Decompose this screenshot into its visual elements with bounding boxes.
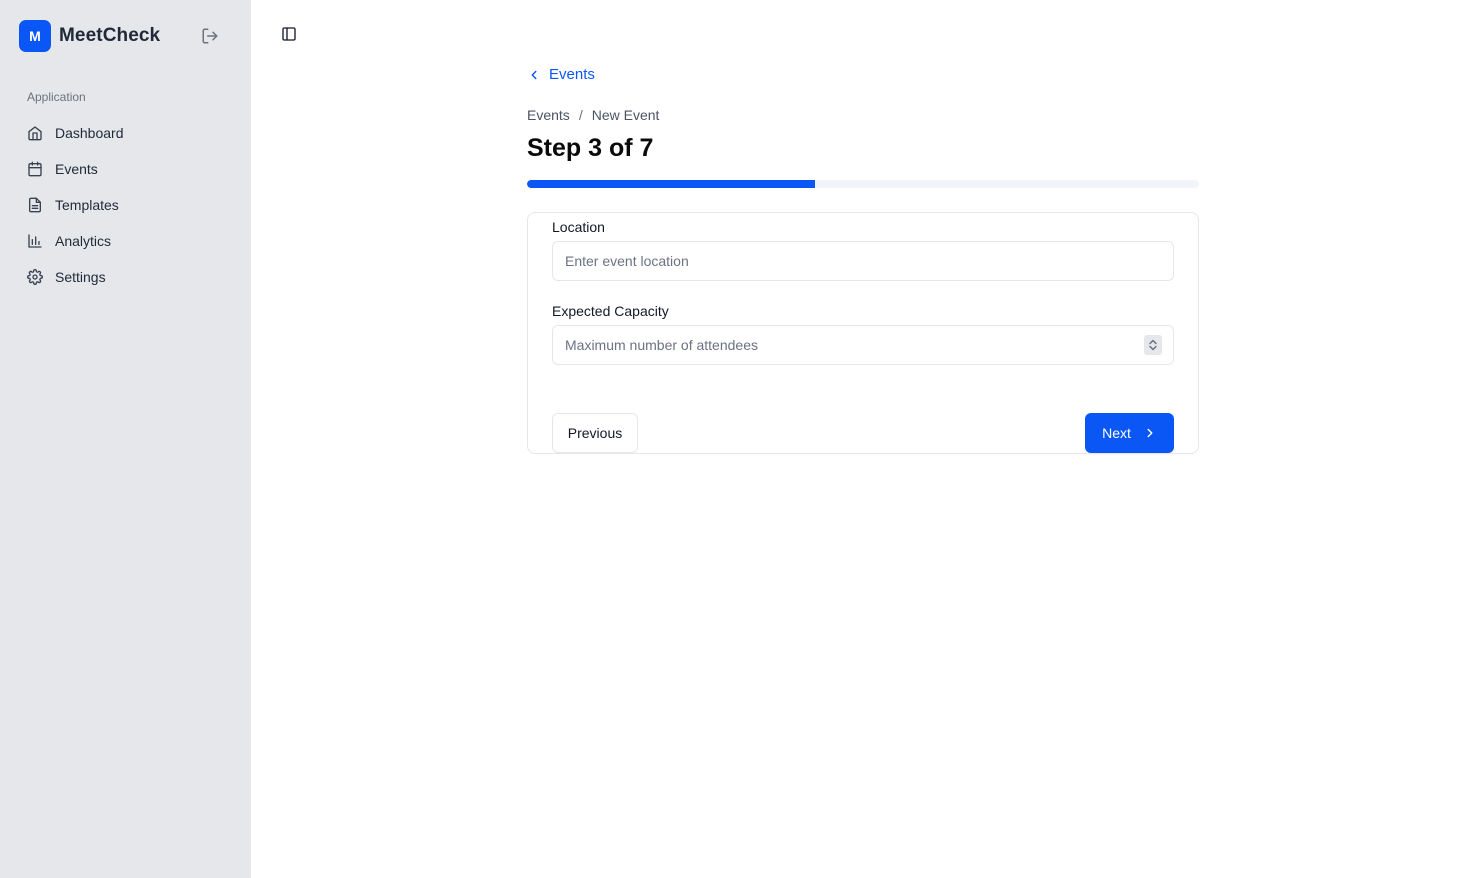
breadcrumb: Events / New Event xyxy=(527,107,659,123)
page-title: Step 3 of 7 xyxy=(527,134,654,162)
brand[interactable]: M MeetCheck xyxy=(19,20,160,52)
sidebar-item-dashboard[interactable]: Dashboard xyxy=(19,115,235,151)
sidebar-item-label: Settings xyxy=(55,269,106,285)
location-label: Location xyxy=(552,219,605,235)
bar-chart-icon xyxy=(27,233,43,249)
location-input[interactable] xyxy=(552,241,1174,281)
step-progress-fill xyxy=(527,180,816,188)
sidebar-item-label: Events xyxy=(55,161,98,177)
chevron-right-icon xyxy=(1147,428,1153,438)
main-area: Events Events / New Event Step 3 of 7 Lo… xyxy=(251,0,1472,878)
sidebar-item-analytics[interactable]: Analytics xyxy=(19,223,235,259)
sidebar-item-events[interactable]: Events xyxy=(19,151,235,187)
next-button[interactable]: Next xyxy=(1085,413,1174,453)
sidebar-item-templates[interactable]: Templates xyxy=(19,187,235,223)
file-text-icon xyxy=(27,197,43,213)
previous-button[interactable]: Previous xyxy=(552,413,638,453)
chevron-left-icon xyxy=(531,70,537,79)
sidebar-item-label: Dashboard xyxy=(55,125,124,141)
sidebar-section-label: Application xyxy=(27,90,86,104)
sidebar-item-label: Analytics xyxy=(55,233,112,249)
calendar-icon xyxy=(27,161,43,177)
step-progress-bar xyxy=(527,180,1199,188)
sidebar: M MeetCheck Application Dashboard Events… xyxy=(0,0,251,878)
sidebar-nav: Dashboard Events Templates Analytics Set… xyxy=(19,115,235,295)
logout-icon[interactable] xyxy=(201,27,219,45)
brand-logo: M xyxy=(19,20,51,52)
brand-name: MeetCheck xyxy=(59,25,161,46)
breadcrumb-separator: / xyxy=(578,107,583,123)
next-button-label: Next xyxy=(1102,425,1131,441)
back-link-label: Events xyxy=(549,66,595,83)
gear-icon xyxy=(27,269,43,285)
back-to-events-link[interactable]: Events xyxy=(527,66,595,83)
chevron-up-icon[interactable] xyxy=(1148,338,1158,345)
breadcrumb-item-events[interactable]: Events xyxy=(527,107,570,123)
capacity-stepper[interactable] xyxy=(1144,335,1162,355)
home-icon xyxy=(27,125,43,141)
capacity-label: Expected Capacity xyxy=(552,303,669,319)
form-card: Location Expected Capacity Previous xyxy=(527,212,1199,454)
capacity-field xyxy=(552,325,1174,365)
sidebar-item-label: Templates xyxy=(55,197,119,213)
sidebar-item-settings[interactable]: Settings xyxy=(19,259,235,295)
capacity-input[interactable] xyxy=(552,325,1174,365)
sidebar-toggle-icon[interactable] xyxy=(281,26,297,42)
chevron-down-icon[interactable] xyxy=(1148,345,1158,352)
breadcrumb-item-new-event: New Event xyxy=(591,107,660,123)
app-root: M MeetCheck Application Dashboard Events… xyxy=(0,0,1472,878)
